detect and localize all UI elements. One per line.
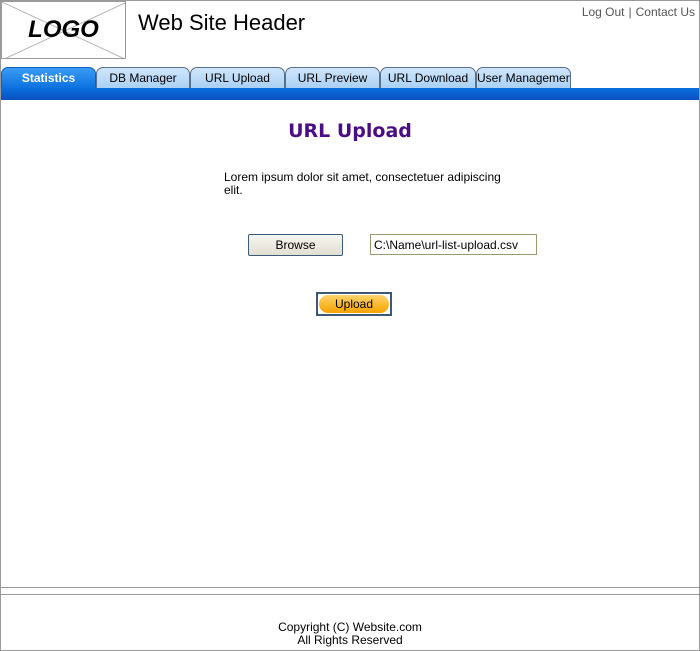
browse-button[interactable]: Browse	[248, 234, 343, 256]
file-path-input[interactable]	[370, 234, 537, 255]
link-separator: |	[628, 5, 632, 19]
tab-url-download[interactable]: URL Download	[380, 67, 476, 89]
footer-divider	[1, 594, 699, 595]
rights-text: All Rights Reserved	[297, 633, 403, 647]
footer: Copyright (C) Website.com All Rights Res…	[0, 621, 700, 647]
tab-underline-bar	[1, 88, 699, 100]
logo[interactable]: LOGO	[1, 1, 126, 59]
tab-url-preview[interactable]: URL Preview	[285, 67, 380, 89]
top-links: Log Out | Contact Us	[582, 5, 695, 19]
logout-link[interactable]: Log Out	[582, 5, 625, 19]
tab-statistics[interactable]: Statistics	[1, 67, 96, 89]
upload-button[interactable]: Upload	[319, 295, 389, 313]
site-title: Web Site Header	[138, 10, 306, 35]
contact-link[interactable]: Contact Us	[636, 5, 695, 19]
tab-db-manager[interactable]: DB Manager	[96, 67, 190, 89]
tab-bar: Statistics DB Manager URL Upload URL Pre…	[1, 67, 699, 89]
page-title: URL Upload	[288, 120, 412, 142]
logo-text: LOGO	[28, 16, 99, 43]
tab-user-management[interactable]: User Management	[476, 67, 571, 89]
description-text: Lorem ipsum dolor sit amet, consectetuer…	[224, 170, 501, 197]
footer-divider	[1, 587, 699, 588]
tab-url-upload[interactable]: URL Upload	[190, 67, 285, 89]
upload-button-focus-ring: Upload	[316, 292, 392, 316]
